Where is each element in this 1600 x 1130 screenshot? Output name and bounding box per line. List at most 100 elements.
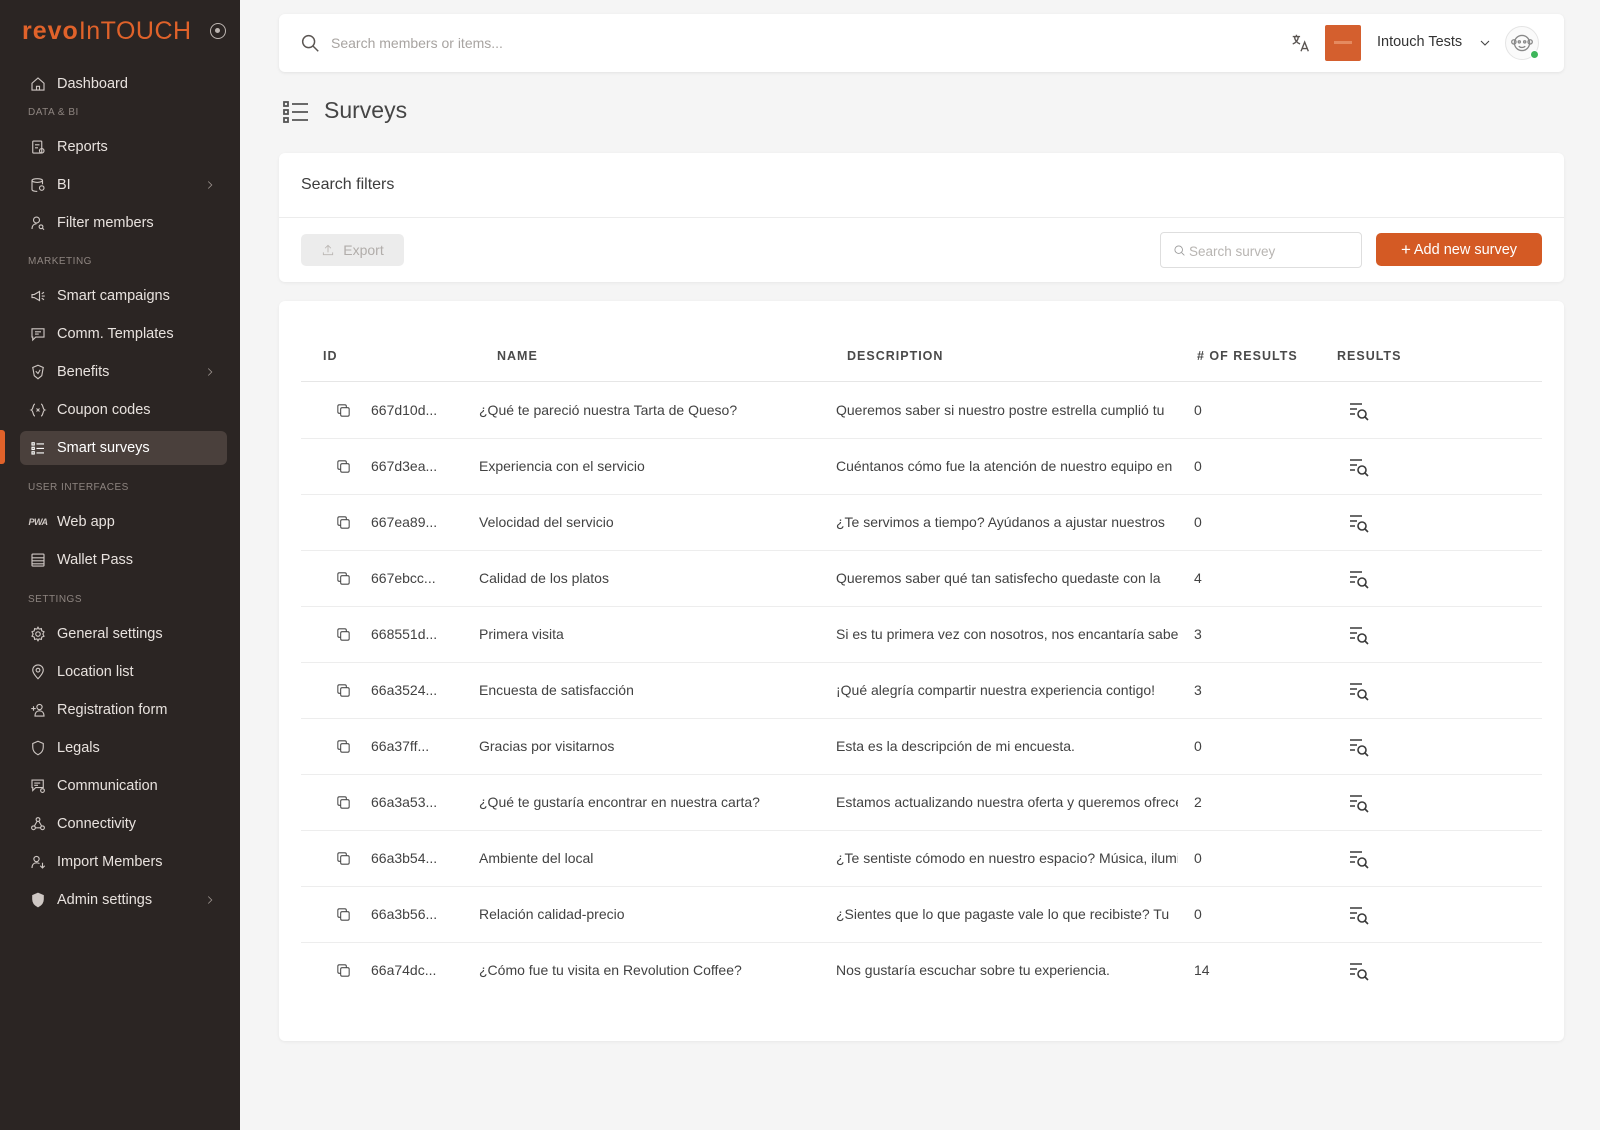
view-results-icon[interactable] [1347, 791, 1371, 815]
filters-title: Search filters [301, 176, 395, 193]
survey-search-field[interactable] [1160, 232, 1362, 268]
table-row[interactable]: 66a3b56... Relación calidad-precio ¿Siente… [301, 886, 1542, 943]
sidebar-item-web-app[interactable]: PWA Web app [20, 505, 227, 539]
sidebar-item-dashboard[interactable]: Dashboard [20, 67, 227, 101]
sidebar: revoInTOUCH Dashboard DATA & BI Reports … [0, 0, 240, 1130]
translate-icon[interactable] [1290, 32, 1312, 54]
sidebar-item-connectivity[interactable]: Connectivity [20, 807, 227, 841]
column-header-name: NAME [497, 349, 538, 363]
add-new-survey-button[interactable]: + Add new survey [1376, 233, 1542, 266]
copy-icon[interactable] [335, 682, 352, 699]
export-button[interactable]: Export [301, 234, 404, 266]
sidebar-item-label: Wallet Pass [57, 552, 134, 568]
view-results-icon[interactable] [1347, 903, 1371, 927]
survey-search-input[interactable] [1189, 241, 1354, 261]
cell-id: 66a37ff... [371, 738, 430, 754]
sidebar-item-label: Connectivity [57, 816, 136, 832]
copy-icon[interactable] [335, 458, 352, 475]
surveys-table-card: ID NAME DESCRIPTION # OF RESULTS RESULTS… [279, 301, 1564, 1041]
sidebar-item-benefits[interactable]: Benefits [20, 355, 227, 389]
app-logo[interactable]: revoInTOUCH [22, 16, 232, 46]
chat-settings-icon [28, 776, 48, 796]
copy-icon[interactable] [335, 906, 352, 923]
pwa-icon: PWA [28, 517, 48, 527]
view-results-icon[interactable] [1347, 959, 1371, 983]
cell-description: ¿Te servimos a tiempo? Ayúdanos a ajusta… [836, 514, 1165, 530]
view-results-icon[interactable] [1347, 623, 1371, 647]
table-row[interactable]: 66a3524... Encuesta de satisfacción ¡Qué a… [301, 662, 1542, 719]
copy-icon[interactable] [335, 402, 352, 419]
copy-icon[interactable] [335, 850, 352, 867]
chevron-down-icon[interactable] [1477, 35, 1493, 51]
copy-icon[interactable] [335, 794, 352, 811]
cell-results-count: 14 [1194, 962, 1210, 978]
cell-name: Experiencia con el servicio [479, 458, 645, 474]
copy-icon[interactable] [335, 738, 352, 755]
cell-id: 667ea89... [371, 514, 438, 530]
view-results-icon[interactable] [1347, 567, 1371, 591]
sidebar-item-bi[interactable]: BI [20, 168, 227, 202]
logo-row: revoInTOUCH [22, 16, 232, 46]
cell-description: Nos gustaría escuchar sobre tu experienc… [836, 962, 1110, 978]
sidebar-item-smart-campaigns[interactable]: Smart campaigns [20, 279, 227, 313]
sidebar-item-general-settings[interactable]: General settings [20, 617, 227, 651]
sidebar-item-communication[interactable]: Communication [20, 769, 227, 803]
cell-description: Estamos actualizando nuestra oferta y qu… [836, 794, 1178, 810]
view-results-icon[interactable] [1347, 455, 1371, 479]
chevron-right-icon [203, 178, 217, 192]
table-row[interactable]: 66a74dc... ¿Cómo fue tu visita en Revolut… [301, 942, 1542, 999]
sidebar-item-legals[interactable]: Legals [20, 731, 227, 765]
cell-name: Encuesta de satisfacción [479, 682, 634, 698]
sidebar-item-coupon-codes[interactable]: Coupon codes [20, 393, 227, 427]
shield-icon [28, 738, 48, 758]
user-avatar[interactable] [1505, 26, 1539, 60]
view-results-icon[interactable] [1347, 399, 1371, 423]
table-row[interactable]: 668551d... Primera visita Si es tu primera… [301, 606, 1542, 663]
sidebar-item-label: Reports [57, 139, 108, 155]
copy-icon[interactable] [335, 962, 352, 979]
badge-icon [28, 362, 48, 382]
copy-icon[interactable] [335, 570, 352, 587]
cell-results-count: 0 [1194, 906, 1202, 922]
table-row[interactable]: 667d3ea... Experiencia con el servicio Cué… [301, 438, 1542, 495]
brand-thumbnail[interactable] [1325, 25, 1361, 61]
sidebar-item-filter-members[interactable]: Filter members [20, 206, 227, 240]
online-status-indicator [1530, 50, 1539, 59]
sidebar-item-label: Coupon codes [57, 402, 151, 418]
sidebar-item-reports[interactable]: Reports [20, 130, 227, 164]
view-results-icon[interactable] [1347, 511, 1371, 535]
sidebar-collapse-button[interactable] [210, 23, 226, 39]
global-search-input[interactable] [331, 31, 931, 55]
sidebar-item-wallet-pass[interactable]: Wallet Pass [20, 543, 227, 577]
cell-name: Calidad de los platos [479, 570, 609, 586]
table-row[interactable]: 667ea89... Velocidad del servicio ¿Te serv… [301, 494, 1542, 551]
cell-name: Primera visita [479, 626, 564, 642]
view-results-icon[interactable] [1347, 679, 1371, 703]
view-results-icon[interactable] [1347, 735, 1371, 759]
sidebar-item-location-list[interactable]: Location list [20, 655, 227, 689]
table-row[interactable]: 66a3b54... Ambiente del local ¿Te sentiste… [301, 830, 1542, 887]
sidebar-item-comm-templates[interactable]: Comm. Templates [20, 317, 227, 351]
cell-id: 667d10d... [371, 402, 438, 418]
sidebar-item-admin-settings[interactable]: Admin settings [20, 883, 227, 917]
copy-icon[interactable] [335, 626, 352, 643]
home-icon [28, 74, 48, 94]
table-row[interactable]: 667d10d... ¿Qué te pareció nuestra Tarta … [301, 382, 1542, 439]
account-name[interactable]: Intouch Tests [1377, 34, 1462, 50]
section-label-settings: SETTINGS [28, 594, 83, 605]
table-row[interactable]: 667ebcc... Calidad de los platos Queremos … [301, 550, 1542, 607]
cell-description: Queremos saber qué tan satisfecho quedas… [836, 570, 1161, 586]
cell-id: 667ebcc... [371, 570, 436, 586]
cell-results-count: 0 [1194, 458, 1202, 474]
sidebar-item-registration-form[interactable]: Registration form [20, 693, 227, 727]
cell-id: 668551d... [371, 626, 438, 642]
sidebar-item-smart-surveys[interactable]: Smart surveys [20, 431, 227, 465]
megaphone-icon [28, 286, 48, 306]
sidebar-item-import-members[interactable]: Import Members [20, 845, 227, 879]
table-row[interactable]: 66a3a53... ¿Qué te gustaría encontrar en … [301, 774, 1542, 831]
section-label-marketing: MARKETING [28, 256, 92, 267]
table-row[interactable]: 66a37ff... Gracias por visitarnos Esta es … [301, 718, 1542, 775]
view-results-icon[interactable] [1347, 847, 1371, 871]
copy-icon[interactable] [335, 514, 352, 531]
top-bar: Intouch Tests [279, 14, 1564, 72]
